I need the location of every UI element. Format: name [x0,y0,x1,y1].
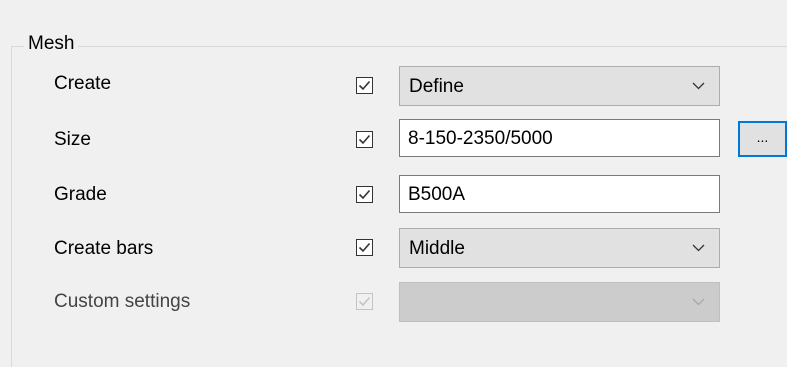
checkmark-icon [358,80,371,91]
custom-settings-label: Custom settings [54,291,191,312]
create-bars-checkbox[interactable] [356,239,373,256]
create-dropdown-value: Define [409,76,464,97]
checkmark-icon [358,189,371,200]
chevron-down-icon [692,298,705,306]
checkmark-icon [358,134,371,145]
chevron-down-icon [692,82,705,90]
create-bars-dropdown[interactable]: Middle [399,228,720,268]
grade-label: Grade [54,184,107,205]
checkmark-icon [358,242,371,253]
size-browse-button[interactable]: ... [738,121,787,157]
grade-input-value: B500A [408,184,466,205]
size-input[interactable]: 8-150-2350/5000 [399,119,720,157]
size-checkbox[interactable] [356,131,373,148]
create-label: Create [54,73,112,94]
custom-settings-dropdown [399,282,720,322]
size-label: Size [54,129,91,150]
create-bars-dropdown-value: Middle [409,238,465,259]
size-input-value: 8-150-2350/5000 [408,128,553,149]
grade-input[interactable]: B500A [399,175,720,213]
custom-settings-checkbox [356,293,373,310]
chevron-down-icon [692,244,705,252]
create-checkbox[interactable] [356,77,373,94]
create-dropdown[interactable]: Define [399,66,720,106]
grade-checkbox[interactable] [356,186,373,203]
group-title: Mesh [24,33,79,55]
create-bars-label: Create bars [54,238,154,259]
checkmark-icon [358,296,371,307]
